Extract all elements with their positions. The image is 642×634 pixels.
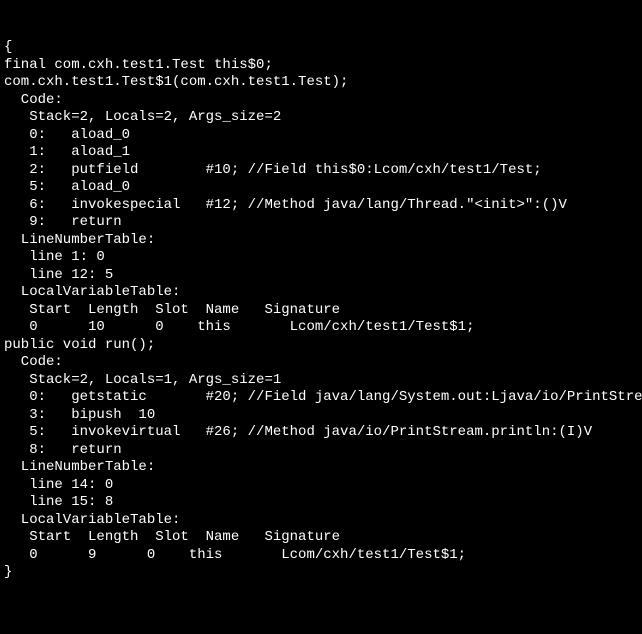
code-line: 3: bipush 10 [4,407,638,425]
code-line: line 14: 0 [4,477,638,495]
code-line: Stack=2, Locals=1, Args_size=1 [4,372,638,390]
code-line: 0 9 0 this Lcom/cxh/test1/Test$1; [4,547,638,565]
code-line: LineNumberTable: [4,232,638,250]
code-line: Start Length Slot Name Signature [4,302,638,320]
code-line: public void run(); [4,337,638,355]
code-line: Code: [4,354,638,372]
terminal-output: {final com.cxh.test1.Test this$0;com.cxh… [4,39,638,582]
code-line: 5: invokevirtual #26; //Method java/io/P… [4,424,638,442]
code-line: { [4,39,638,57]
code-line: LocalVariableTable: [4,512,638,530]
code-line: 1: aload_1 [4,144,638,162]
code-line: 6: invokespecial #12; //Method java/lang… [4,197,638,215]
code-line: Code: [4,92,638,110]
code-line: 0 10 0 this Lcom/cxh/test1/Test$1; [4,319,638,337]
code-line: 5: aload_0 [4,179,638,197]
code-line: Stack=2, Locals=2, Args_size=2 [4,109,638,127]
code-line: 2: putfield #10; //Field this$0:Lcom/cxh… [4,162,638,180]
code-line: Start Length Slot Name Signature [4,529,638,547]
code-line: com.cxh.test1.Test$1(com.cxh.test1.Test)… [4,74,638,92]
code-line: 0: aload_0 [4,127,638,145]
code-line: LineNumberTable: [4,459,638,477]
code-line: } [4,564,638,582]
code-line: 9: return [4,214,638,232]
code-line: 8: return [4,442,638,460]
code-line: 0: getstatic #20; //Field java/lang/Syst… [4,389,638,407]
code-line: LocalVariableTable: [4,284,638,302]
code-line: line 1: 0 [4,249,638,267]
code-line: final com.cxh.test1.Test this$0; [4,57,638,75]
code-line: line 15: 8 [4,494,638,512]
code-line: line 12: 5 [4,267,638,285]
